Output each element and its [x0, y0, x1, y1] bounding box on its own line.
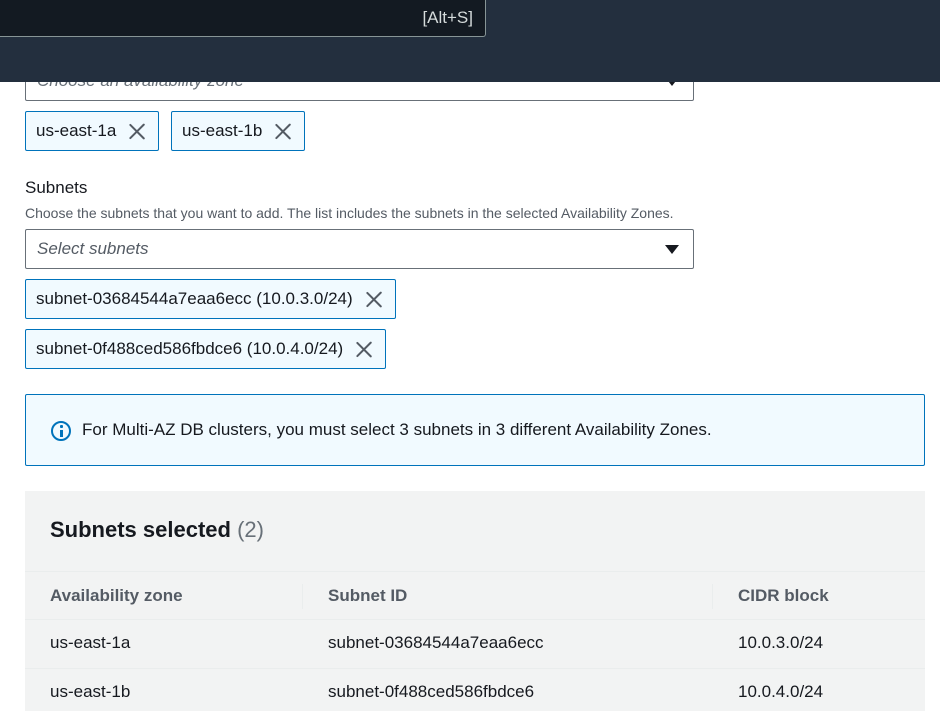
column-header-cidr-block[interactable]: CIDR block — [738, 586, 829, 606]
panel-title-count: (2) — [237, 517, 264, 542]
table-header: Availability zone Subnet ID CIDR block — [25, 571, 925, 620]
subnet-token: subnet-03684544a7eaa6ecc (10.0.3.0/24) — [25, 279, 396, 319]
cell-cidr-block: 10.0.4.0/24 — [738, 682, 824, 701]
subnet-token: subnet-0f488ced586fbdce6 (10.0.4.0/24) — [25, 329, 387, 369]
cell-cidr-block: 10.0.3.0/24 — [738, 633, 824, 652]
info-icon — [51, 421, 71, 441]
zone-token-label: us-east-1a — [36, 121, 117, 140]
table-row: us-east-1a subnet-03684544a7eaa6ecc 10.0… — [25, 620, 925, 669]
panel-title-text: Subnets selected — [50, 517, 231, 542]
remove-subnet-icon[interactable] — [355, 340, 373, 358]
subnet-token-label: subnet-0f488ced586fbdce6 (10.0.4.0/24) — [36, 339, 344, 358]
column-divider — [302, 584, 303, 609]
column-header-availability-zone[interactable]: Availability zone — [50, 586, 183, 606]
info-alert-message: For Multi-AZ DB clusters, you must selec… — [82, 420, 712, 439]
search-shortcut-hint: [Alt+S] — [422, 8, 473, 27]
zone-token: us-east-1b — [171, 111, 306, 151]
cell-availability-zone: us-east-1a — [50, 633, 131, 652]
column-header-subnet-id[interactable]: Subnet ID — [328, 586, 407, 606]
info-alert: For Multi-AZ DB clusters, you must selec… — [25, 394, 925, 466]
subnets-table: Availability zone Subnet ID CIDR block u… — [25, 571, 925, 711]
zone-token: us-east-1a — [25, 111, 160, 151]
subnets-placeholder: Select subnets — [37, 239, 149, 258]
remove-zone-icon[interactable] — [274, 122, 292, 140]
search-input[interactable]: [Alt+S] — [0, 0, 486, 37]
column-divider — [712, 584, 713, 609]
zone-token-label: us-east-1b — [182, 121, 263, 140]
table-row: us-east-1b subnet-0f488ced586fbdce6 10.0… — [25, 669, 925, 711]
subnets-label: Subnets — [25, 178, 88, 197]
cell-subnet-id: subnet-03684544a7eaa6ecc — [328, 633, 544, 652]
remove-zone-icon[interactable] — [128, 122, 146, 140]
subnet-token-label: subnet-03684544a7eaa6ecc (10.0.3.0/24) — [36, 289, 353, 308]
remove-subnet-icon[interactable] — [365, 290, 383, 308]
subnets-select[interactable]: Select subnets — [25, 229, 694, 269]
subnets-selected-panel: Subnets selected (2) Availability zone S… — [25, 491, 925, 711]
cell-subnet-id: subnet-0f488ced586fbdce6 — [328, 682, 535, 701]
caret-down-icon — [665, 245, 679, 254]
subnets-description: Choose the subnets that you want to add.… — [25, 205, 674, 221]
panel-title: Subnets selected (2) — [50, 517, 264, 543]
cell-availability-zone: us-east-1b — [50, 682, 131, 701]
top-navigation-bar: [Alt+S] — [0, 0, 940, 82]
